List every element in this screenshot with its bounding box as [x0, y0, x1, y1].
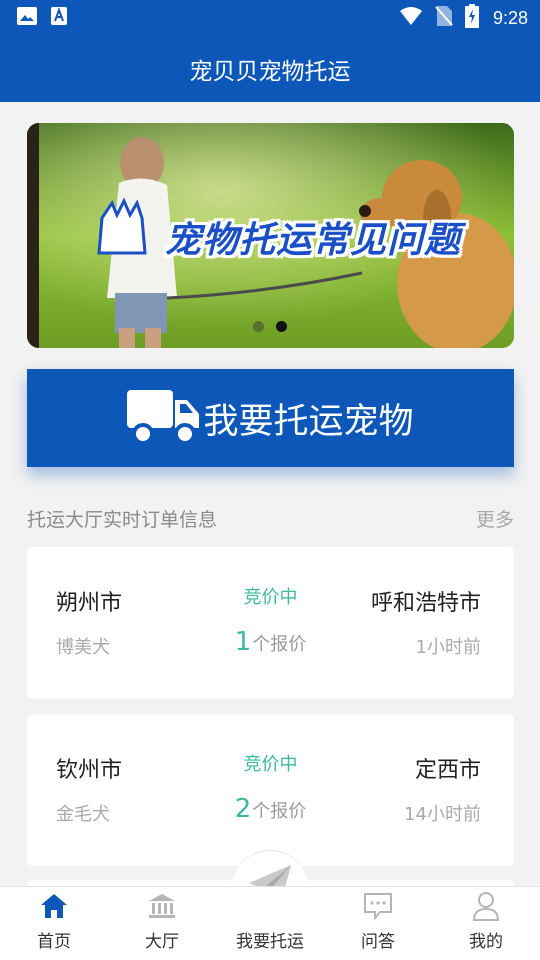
tab-label: 大厅 [145, 932, 179, 952]
quote-suffix: 个报价 [252, 634, 307, 655]
quote-count: 1 [234, 627, 252, 657]
status-bar: 9:28 [0, 0, 540, 36]
image-icon [16, 6, 38, 30]
order-time: 14小时前 [404, 804, 481, 825]
home-icon [40, 889, 68, 923]
bank-icon [148, 889, 176, 923]
banner-pagination [253, 321, 287, 332]
banner-title: 宠物托运常见问题 [165, 220, 462, 261]
no-sim-icon [435, 5, 453, 31]
order-card[interactable]: 朔州市 竞价中 呼和浩特市 博美犬 1个报价 1小时前 [27, 547, 514, 699]
ship-pet-button[interactable]: 我要托运宠物 [27, 369, 514, 467]
tab-label: 问答 [361, 932, 395, 952]
bottom-tab-bar: 首页 大厅 我要托运 问答 我的 [0, 886, 540, 960]
section-title: 托运大厅实时订单信息 [27, 509, 218, 531]
tab-label: 我的 [469, 932, 503, 952]
quote-suffix: 个报价 [252, 801, 307, 822]
order-destination: 呼和浩特市 [370, 591, 481, 616]
orders-section-header: 托运大厅实时订单信息 更多 [27, 505, 514, 532]
font-icon [50, 6, 68, 30]
order-card[interactable]: 钦州市 竞价中 定西市 金毛犬 2个报价 14小时前 [27, 714, 514, 866]
tab-label: 首页 [37, 932, 71, 952]
more-link[interactable]: 更多 [476, 505, 514, 532]
tab-hall[interactable]: 大厅 [108, 887, 216, 960]
tab-label: 我要托运 [236, 932, 304, 952]
battery-charging-icon [464, 4, 479, 32]
page-title: 宠贝贝宠物托运 [189, 59, 351, 85]
pagination-dot-active[interactable] [276, 321, 287, 332]
quote-count: 2 [234, 794, 252, 824]
user-icon [472, 889, 500, 923]
wifi-icon [399, 6, 423, 30]
chat-icon [363, 889, 393, 923]
tab-ship[interactable]: 我要托运 [216, 887, 324, 960]
order-time: 1小时前 [415, 637, 481, 658]
tab-mine[interactable]: 我的 [432, 887, 540, 960]
order-destination: 定西市 [414, 758, 481, 783]
ship-pet-label: 我要托运宠物 [203, 401, 414, 442]
app-title-bar: 宠贝贝宠物托运 [0, 36, 540, 102]
promo-banner[interactable]: 宠物托运常见问题 [27, 123, 514, 348]
truck-icon [127, 388, 201, 453]
pagination-dot[interactable] [253, 321, 264, 332]
status-time: 9:28 [492, 7, 528, 28]
tab-qa[interactable]: 问答 [324, 887, 432, 960]
tab-home[interactable]: 首页 [0, 887, 108, 960]
